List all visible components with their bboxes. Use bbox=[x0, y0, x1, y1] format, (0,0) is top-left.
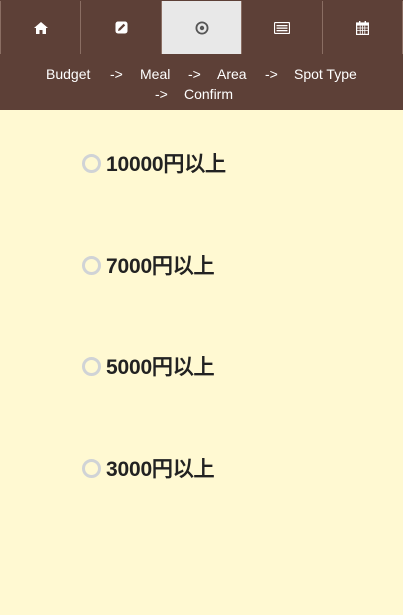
breadcrumb-budget[interactable]: Budget bbox=[46, 64, 90, 84]
breadcrumb-arrow: -> bbox=[110, 66, 123, 82]
budget-option[interactable]: 7000円以上 bbox=[82, 250, 215, 280]
tab-bar bbox=[0, 0, 403, 56]
option-label: 5000円以上 bbox=[106, 356, 215, 379]
tab-calendar[interactable] bbox=[322, 1, 403, 54]
breadcrumb-spot-type[interactable]: Spot Type bbox=[294, 64, 357, 84]
breadcrumb-confirm[interactable]: Confirm bbox=[184, 84, 233, 104]
radio-button[interactable] bbox=[82, 458, 101, 478]
budget-option[interactable]: 5000円以上 bbox=[82, 351, 215, 381]
breadcrumb: Budget -> Meal -> Area -> Spot Type -> C… bbox=[0, 56, 403, 110]
breadcrumb-area[interactable]: Area bbox=[217, 64, 247, 84]
breadcrumb-meal[interactable]: Meal bbox=[140, 64, 170, 84]
edit-icon bbox=[115, 21, 128, 34]
list-icon bbox=[273, 21, 290, 34]
option-label: 3000円以上 bbox=[106, 458, 215, 481]
radio-button[interactable] bbox=[82, 356, 101, 376]
breadcrumb-arrow: -> bbox=[188, 66, 201, 82]
tab-area[interactable] bbox=[161, 1, 243, 54]
tab-list[interactable] bbox=[242, 1, 323, 54]
target-icon bbox=[195, 21, 209, 34]
radio-button[interactable] bbox=[82, 255, 101, 275]
breadcrumb-arrow: -> bbox=[265, 66, 278, 82]
tab-home[interactable] bbox=[0, 1, 82, 54]
option-label: 10000円以上 bbox=[106, 153, 226, 176]
home-icon bbox=[33, 21, 48, 34]
radio-button[interactable] bbox=[82, 153, 101, 173]
breadcrumb-arrow: -> bbox=[155, 86, 168, 102]
calendar-icon bbox=[355, 20, 369, 35]
option-label: 7000円以上 bbox=[106, 255, 215, 278]
tab-edit[interactable] bbox=[81, 1, 162, 54]
budget-option[interactable]: 10000円以上 bbox=[82, 148, 226, 178]
budget-option[interactable]: 3000円以上 bbox=[82, 453, 215, 483]
